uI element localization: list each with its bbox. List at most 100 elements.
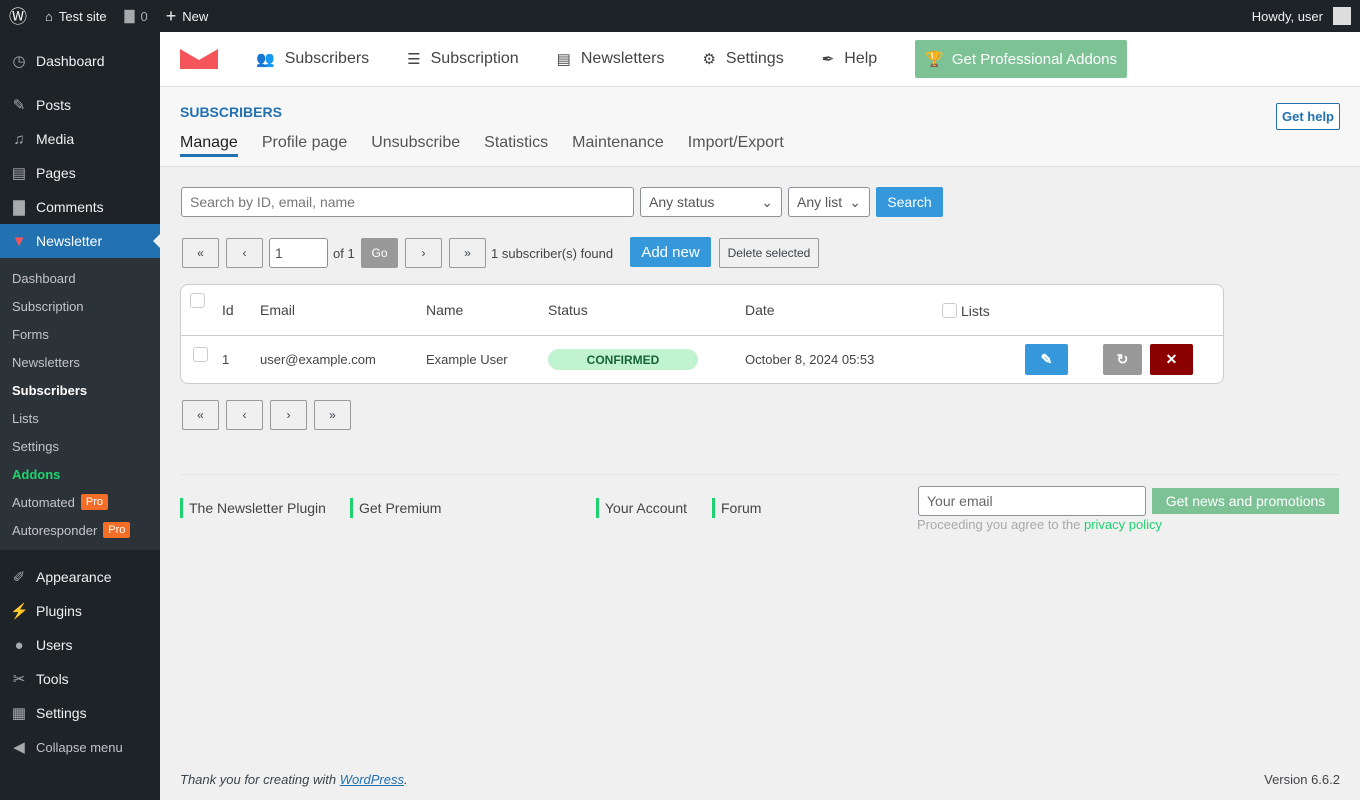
tab-statistics[interactable]: Statistics <box>484 134 548 157</box>
menu-plugins[interactable]: ⚡ Plugins <box>0 594 160 628</box>
trophy-icon: 🏆 <box>925 51 944 68</box>
refresh-icon: ↻ <box>1116 351 1129 367</box>
menu-posts[interactable]: ✎ Posts <box>0 88 160 122</box>
avatar <box>1333 7 1351 25</box>
next-page-button[interactable]: › <box>405 238 442 268</box>
close-icon: ✕ <box>1165 351 1178 367</box>
wordpress-link[interactable]: WordPress <box>340 772 404 787</box>
newsletter-logo-icon[interactable] <box>180 49 218 69</box>
submenu-subscription[interactable]: Subscription <box>0 292 160 320</box>
nav-newsletters[interactable]: ▤ Newsletters <box>557 50 665 68</box>
prev-page-button-bottom[interactable]: ‹ <box>226 400 263 430</box>
menu-pages[interactable]: ▤ Pages <box>0 156 160 190</box>
first-page-button-bottom[interactable]: « <box>182 400 219 430</box>
lists-checkbox[interactable] <box>942 303 957 318</box>
menu-media[interactable]: ♫ Media <box>0 122 160 156</box>
footer-link-forum[interactable]: Forum <box>712 498 761 518</box>
next-page-button-bottom[interactable]: › <box>270 400 307 430</box>
get-news-button[interactable]: Get news and promotions <box>1152 488 1339 514</box>
nav-subscription[interactable]: ☰ Subscription <box>407 50 519 68</box>
pin-icon: ✎ <box>12 97 26 114</box>
submenu-automated[interactable]: Automated Pro <box>0 488 160 516</box>
agree-text: Proceeding you agree to the privacy poli… <box>917 517 1162 532</box>
newsletter-icon: ▼ <box>11 232 27 250</box>
admin-sidebar: ◷ Dashboard ✎ Posts ♫ Media ▤ Pages ▇ Comment… <box>0 32 160 800</box>
new-link[interactable]: + New <box>157 0 218 32</box>
resend-button[interactable]: ↻ <box>1103 344 1142 375</box>
nav-settings[interactable]: ⚙ Settings <box>702 50 783 68</box>
footer-link-account[interactable]: Your Account <box>596 498 687 518</box>
pro-badge: Pro <box>103 522 131 538</box>
nav-subscribers[interactable]: 👥 Subscribers <box>256 50 369 68</box>
footer-link-premium[interactable]: Get Premium <box>350 498 441 518</box>
add-new-button[interactable]: Add new <box>630 237 711 267</box>
submenu-forms[interactable]: Forms <box>0 320 160 348</box>
list-icon: ☰ <box>407 51 421 68</box>
media-icon: ♫ <box>13 130 25 148</box>
list-select[interactable]: Any list ⌄ <box>788 187 870 217</box>
menu-newsletter[interactable]: ▼ Newsletter <box>0 224 160 258</box>
collapse-icon: ◀ <box>13 739 25 756</box>
tab-unsubscribe[interactable]: Unsubscribe <box>371 134 460 157</box>
divider <box>180 474 1340 475</box>
wordpress-logo-icon[interactable]: Ⓦ <box>0 0 36 32</box>
prev-page-button[interactable]: ‹ <box>226 238 263 268</box>
column-header-status: Status <box>548 302 588 318</box>
site-link[interactable]: ⌂ Test site <box>36 0 116 32</box>
submenu-autoresponder[interactable]: Autoresponder Pro <box>0 516 160 544</box>
tab-import-export[interactable]: Import/Export <box>688 134 784 157</box>
menu-comments[interactable]: ▇ Comments <box>0 190 160 224</box>
search-input[interactable]: Search by ID, email, name <box>181 187 634 217</box>
first-page-button[interactable]: « <box>182 238 219 268</box>
email-input[interactable]: Your email <box>918 486 1146 516</box>
search-button[interactable]: Search <box>876 187 943 217</box>
select-all-checkbox[interactable] <box>190 293 205 308</box>
last-page-button[interactable]: » <box>449 238 486 268</box>
footer-link-plugin[interactable]: The Newsletter Plugin <box>180 498 326 518</box>
footer-thanks: Thank you for creating with WordPress. <box>180 772 408 787</box>
submenu-addons[interactable]: Addons <box>0 460 160 488</box>
last-page-button-bottom[interactable]: » <box>314 400 351 430</box>
user-icon: ● <box>14 636 24 654</box>
plugin-nav: 👥 Subscribers ☰ Subscription ▤ Newsletters … <box>160 32 1360 87</box>
submenu-settings[interactable]: Settings <box>0 432 160 460</box>
edit-button[interactable]: ✎ <box>1025 344 1068 375</box>
submenu-dashboard[interactable]: Dashboard <box>0 264 160 292</box>
delete-button[interactable]: ✕ <box>1150 344 1193 375</box>
cell-id: 1 <box>222 352 230 367</box>
admin-bar: Ⓦ ⌂ Test site ▇ 0 + New Howdy, user <box>0 0 1360 32</box>
menu-users[interactable]: ● Users <box>0 628 160 662</box>
account-menu[interactable]: Howdy, user <box>1243 0 1360 32</box>
page-count: of 1 <box>333 246 355 261</box>
row-checkbox[interactable] <box>193 347 208 362</box>
get-help-button[interactable]: Get help <box>1275 103 1340 130</box>
pages-icon: ▤ <box>11 165 27 182</box>
get-pro-addons-button[interactable]: 🏆 Get Professional Addons <box>915 40 1127 78</box>
comments-link[interactable]: ▇ 0 <box>116 0 157 32</box>
plugin-icon: ⚡ <box>10 603 29 620</box>
subscribers-table: Id Email Name Status Date Lists 1 user@e… <box>180 284 1224 384</box>
settings-icon: ▦ <box>11 705 27 722</box>
menu-dashboard[interactable]: ◷ Dashboard <box>0 44 160 78</box>
nav-help[interactable]: ✒ Help <box>822 50 877 68</box>
submenu-subscribers[interactable]: Subscribers <box>0 376 160 404</box>
delete-selected-button[interactable]: Delete selected <box>719 238 819 268</box>
submenu-newsletters[interactable]: Newsletters <box>0 348 160 376</box>
submenu-lists[interactable]: Lists <box>0 404 160 432</box>
newsletter-submenu: Dashboard Subscription Forms Newsletters… <box>0 258 160 550</box>
menu-tools[interactable]: ✂ Tools <box>0 662 160 696</box>
pro-badge: Pro <box>80 494 108 510</box>
brush-icon: ✐ <box>12 569 26 586</box>
tab-profile-page[interactable]: Profile page <box>262 134 347 157</box>
go-button[interactable]: Go <box>361 238 398 268</box>
privacy-policy-link[interactable]: privacy policy <box>1084 517 1162 532</box>
column-header-date: Date <box>745 302 775 318</box>
menu-appearance[interactable]: ✐ Appearance <box>0 560 160 594</box>
tab-maintenance[interactable]: Maintenance <box>572 134 664 157</box>
tab-manage[interactable]: Manage <box>180 134 238 157</box>
collapse-menu[interactable]: ◀ Collapse menu <box>0 730 160 764</box>
page-input[interactable]: 1 <box>269 238 328 268</box>
cell-date: October 8, 2024 05:53 <box>745 352 875 367</box>
menu-settings[interactable]: ▦ Settings <box>0 696 160 730</box>
status-select[interactable]: Any status ⌄ <box>640 187 782 217</box>
